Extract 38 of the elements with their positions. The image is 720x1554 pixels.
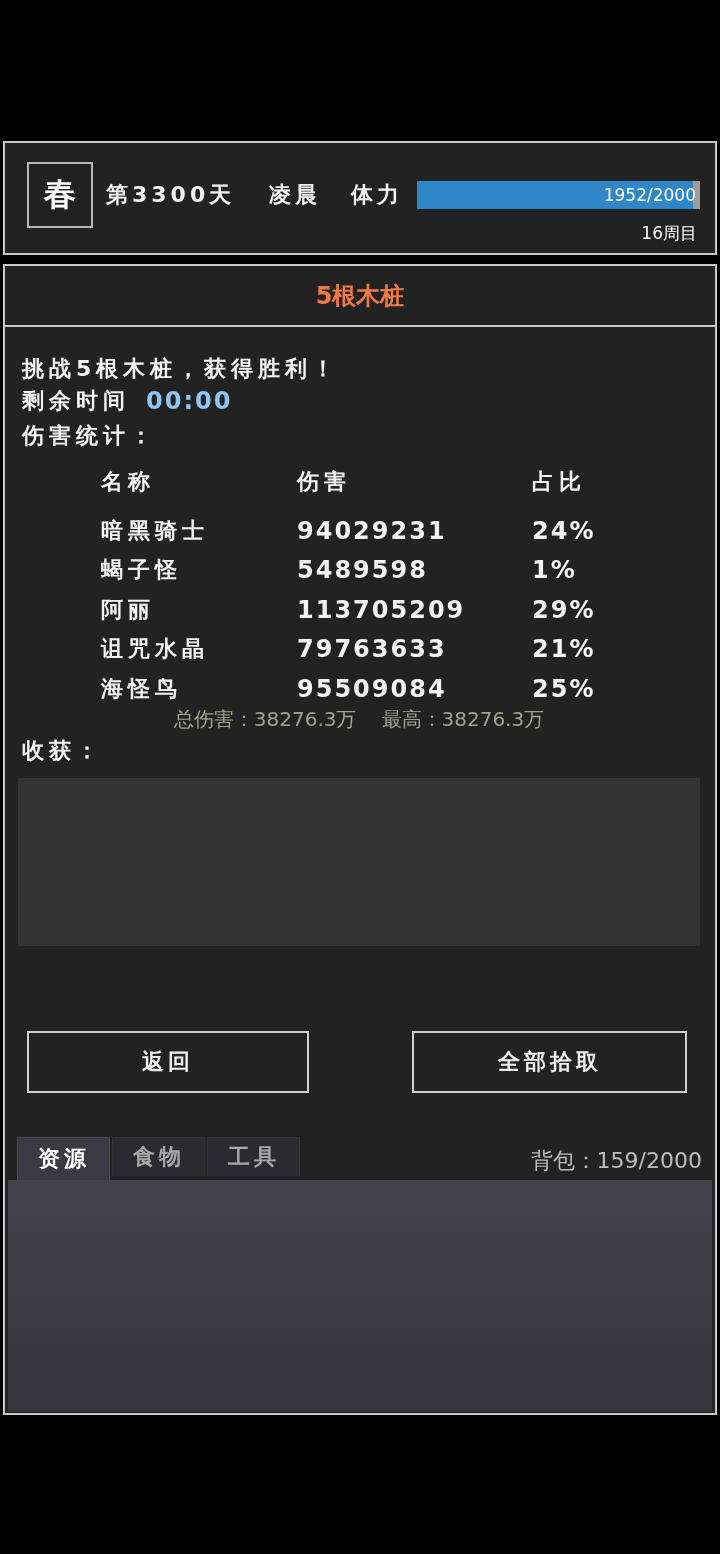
time-of-day: 凌晨: [269, 181, 322, 209]
column-header: 占比: [532, 469, 586, 494]
day-counter: 第3300天: [106, 181, 236, 209]
inventory-tab[interactable]: 资源: [17, 1136, 110, 1180]
damage-cell: 79763633: [297, 635, 447, 664]
name-cell: 阿丽: [101, 596, 155, 622]
stamina-reading: 1952/2000: [603, 184, 696, 207]
share-cell: 29%: [532, 595, 596, 624]
name-cell: 蝎子怪: [101, 557, 182, 583]
damage-cell: 113705209: [297, 595, 466, 624]
damage-cell: 94029231: [297, 516, 447, 545]
inventory-tab[interactable]: 工具: [207, 1136, 300, 1176]
column-header: 伤害: [297, 469, 351, 494]
damage-cell: 95509084: [297, 674, 447, 703]
stamina-label: 体力: [351, 181, 404, 209]
share-cell: 21%: [532, 635, 596, 664]
back-button[interactable]: 返回: [27, 1030, 309, 1093]
panel-title: 5根木桩: [315, 280, 405, 312]
loot-heading: 收获：: [22, 736, 103, 765]
capacity-text: 背包：159/2000: [530, 1146, 702, 1175]
result-text: 挑战5根木桩，获得胜利！: [22, 355, 340, 383]
share-cell: 25%: [532, 674, 596, 703]
share-cell: 24%: [532, 516, 596, 545]
max-damage: 最高：38276.3万: [381, 706, 545, 731]
name-cell: 暗黑骑士: [101, 517, 209, 543]
season-badge: 春: [27, 162, 93, 228]
timer-label: 剩余时间: [22, 387, 130, 415]
stats-heading: 伤害统计：: [22, 422, 157, 450]
collect-all-button[interactable]: 全部拾取: [412, 1030, 687, 1093]
total-damage: 总伤害：38276.3万: [173, 706, 357, 731]
share-cell: 1%: [532, 556, 577, 585]
timer-value: 00:00: [146, 386, 233, 417]
damage-cell: 5489598: [297, 556, 428, 585]
column-header: 名称: [101, 469, 155, 494]
name-cell: 海怪鸟: [101, 675, 182, 701]
inventory-tab[interactable]: 食物: [112, 1136, 205, 1176]
cycle-counter: 16周目: [641, 222, 697, 244]
name-cell: 诅咒水晶: [101, 636, 209, 662]
